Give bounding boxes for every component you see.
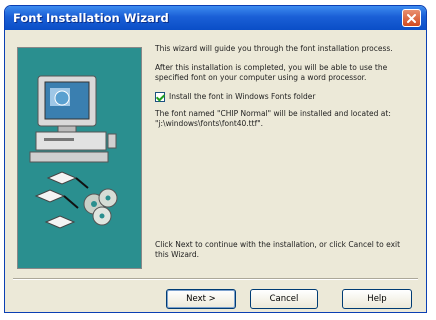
instructions-text: Click Next to continue with the installa…	[155, 240, 401, 259]
cd-icon	[83, 188, 118, 226]
separator	[13, 278, 418, 280]
title-bar[interactable]: Font Installation Wizard	[5, 6, 426, 30]
install-fonts-checkbox-row[interactable]: Install the font in Windows Fonts folder	[155, 92, 423, 102]
wizard-illustration	[17, 47, 142, 269]
window-title: Font Installation Wizard	[13, 11, 169, 25]
next-button[interactable]: Next >	[166, 289, 236, 309]
install-fonts-checkbox-label: Install the font in Windows Fonts folder	[169, 92, 316, 101]
floppy-disk-icon	[34, 171, 89, 229]
wizard-window: Font Installation Wizard This wizard wil…	[4, 5, 427, 313]
cancel-button[interactable]: Cancel	[250, 289, 318, 309]
install-fonts-checkbox[interactable]	[155, 92, 165, 102]
intro-text: This wizard will guide you through the f…	[155, 44, 393, 53]
after-install-text: After this installation is completed, yo…	[155, 63, 388, 82]
close-icon	[407, 13, 416, 23]
help-button[interactable]: Help	[342, 289, 412, 309]
font-location-text: The font named "CHIP Normal" will be ins…	[155, 109, 391, 128]
close-button[interactable]	[402, 9, 421, 27]
computer-icon	[29, 75, 117, 163]
wizard-content: This wizard will guide you through the f…	[155, 44, 423, 138]
